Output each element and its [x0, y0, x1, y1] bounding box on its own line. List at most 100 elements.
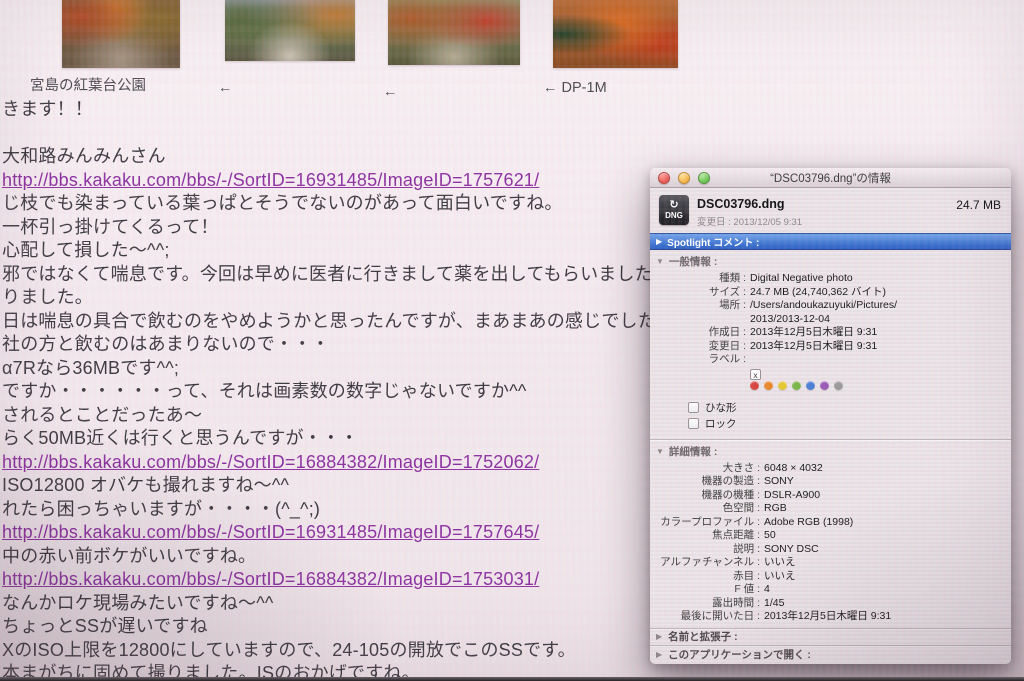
info-row: カラープロファイル : Adobe RGB (1998) — [650, 516, 1011, 530]
info-row-value: いいえ — [764, 556, 796, 568]
info-row: 赤目 : いいえ — [650, 570, 1011, 584]
label-color-dot[interactable] — [806, 381, 815, 390]
info-row: 作成日 : 2013年12月5日木曜日 9:31 — [650, 326, 1011, 340]
disclosure-triangle-icon[interactable]: ▶ — [656, 632, 662, 641]
thumbnail-caption: 宮島の紅葉台公園 — [30, 78, 146, 94]
info-row: 焦点距離 : 50 — [650, 529, 1011, 543]
screen-bezel-edge — [0, 677, 1024, 681]
forum-text-line: 大和路みんみんさん — [2, 146, 166, 166]
minimize-button[interactable] — [678, 171, 690, 184]
checkbox[interactable] — [688, 402, 699, 413]
checkbox-row[interactable]: ひな形 — [650, 400, 1011, 416]
label-color-picker: x — [750, 353, 1011, 394]
collapsed-section[interactable]: ▶ 名前と拡張子 : — [650, 627, 1011, 646]
file-name: DSC03796.dng — [697, 197, 785, 211]
info-row-value: 50 — [764, 529, 776, 541]
disclosure-triangle-icon[interactable]: ▶ — [656, 237, 662, 246]
info-row-label: 説明 : — [733, 542, 760, 555]
label-color-dot[interactable] — [764, 381, 773, 390]
section-label: 名前と拡張子 : — [668, 631, 738, 644]
more-info-section: ▼ 詳細情報 : 大きさ : 6048 × 4032 機器の製造 : SONY 機器の機… — [650, 440, 1011, 624]
general-info-section: ▼ 一般情報 : 種類 : Digital Negative photo サイズ :… — [650, 250, 1011, 434]
info-row: アルファチャンネル : いいえ — [650, 556, 1011, 570]
general-info-rows: 種類 : Digital Negative photo サイズ : 24.7 MB (… — [650, 272, 1011, 353]
collapsed-section[interactable]: ▶プレビュー : — [650, 662, 1011, 663]
zoom-button[interactable] — [698, 171, 710, 184]
forum-text-line: きます！！ — [2, 99, 93, 119]
info-row-value: 4 — [764, 583, 770, 595]
info-row: 色空間 : RGB — [650, 502, 1011, 516]
file-header: ↻ DNG DSC03796.dng 変更日 : 2013/12/05 9:31… — [650, 188, 1011, 233]
info-row-label: 赤目 : — [733, 569, 760, 582]
info-row-label: 作成日 : — [708, 326, 746, 338]
info-row-label: 露出時間 : — [712, 596, 760, 609]
info-row: サイズ : 24.7 MB (24,740,362 バイト) — [650, 286, 1011, 300]
file-modified-date: 変更日 : 2013/12/05 9:31 — [697, 217, 803, 228]
spotlight-comments-section[interactable]: ▶ Spotlight コメント : — [650, 233, 1011, 250]
label-none-button[interactable]: x — [750, 368, 761, 380]
info-row-label: 場所 : — [719, 299, 746, 311]
info-row: 最後に開いた日 : 2013年12月5日木曜日 9:31 — [650, 610, 1011, 624]
info-row-label: 焦点距離 : — [712, 529, 760, 541]
thumbnail-photo[interactable] — [388, 0, 520, 65]
info-row-label: サイズ : — [708, 285, 746, 298]
more-info-label: 詳細情報 : — [668, 445, 718, 458]
info-row: 場所 : /Users/andoukazuyuki/Pictures/ 2013/… — [650, 299, 1011, 326]
collapsed-sections: ▶名前と拡張子 :▶このアプリケーションで開く :▶プレビュー :▶共有とアクセ… — [650, 627, 1011, 663]
more-info-header[interactable]: ▼ 詳細情報 : — [650, 440, 1011, 462]
info-row-value: 1/45 — [764, 596, 785, 609]
label-color-dot[interactable] — [778, 381, 787, 390]
more-info-rows: 大きさ : 6048 × 4032 機器の製造 : SONY 機器の機種 : DSLR-A… — [650, 462, 1011, 624]
collapsed-section[interactable]: ▶ このアプリケーションで開く : — [650, 645, 1011, 663]
recycle-glyph-icon: ↻ — [669, 199, 679, 211]
close-button[interactable] — [658, 171, 670, 184]
info-row-value: Adobe RGB (1998) — [764, 515, 854, 528]
disclosure-triangle-icon[interactable]: ▶ — [656, 650, 662, 659]
info-row-label: 機器の機種 : — [701, 488, 760, 501]
window-body: ↻ DNG DSC03796.dng 変更日 : 2013/12/05 9:31… — [650, 188, 1011, 663]
thumbnail-caption: ← DP-1M — [543, 80, 607, 96]
info-row-value: いいえ — [764, 569, 796, 582]
info-row-value: 2013年12月5日木曜日 9:31 — [764, 610, 892, 622]
info-window[interactable]: “DSC03796.dng”の情報 ↻ DNG DSC03796.dng 変更日… — [650, 168, 1011, 664]
section-label: このアプリケーションで開く : — [668, 648, 811, 661]
info-row: F 値 : 4 — [650, 583, 1011, 597]
label-color-dot[interactable] — [792, 381, 801, 390]
info-row-value: Digital Negative photo — [750, 272, 853, 284]
checkbox-label: ロック — [705, 418, 737, 430]
disclosure-triangle-icon[interactable]: ▼ — [656, 447, 664, 456]
screen: 宮島の紅葉台公園 ← ← ← DP-1M きます！！ 大和路みんみんさん http:… — [0, 0, 1024, 681]
info-row-value: 6048 × 4032 — [764, 461, 823, 474]
info-row-label: 種類 : — [719, 272, 746, 284]
label-color-dot[interactable] — [834, 381, 843, 390]
forum-text-line — [2, 122, 1024, 146]
info-row: 説明 : SONY DSC — [650, 543, 1011, 557]
info-row-value: DSLR-A900 — [764, 488, 821, 501]
checkbox[interactable] — [688, 418, 699, 429]
labels-row: ラベル : x — [650, 353, 1011, 394]
info-row-label: 機器の製造 : — [701, 475, 760, 487]
info-row-value: 24.7 MB (24,740,362 バイト) — [750, 285, 886, 298]
dng-file-icon: ↻ DNG — [659, 195, 689, 225]
info-row-label: F 値 : — [734, 583, 760, 595]
thumbnail-caption: ← — [218, 80, 233, 96]
label-color-dot[interactable] — [820, 381, 829, 390]
thumbnail-photo[interactable] — [553, 0, 678, 68]
checkbox-label: ひな形 — [705, 402, 737, 414]
checkbox-row[interactable]: ロック — [650, 416, 1011, 432]
general-info-label: 一般情報 : — [668, 256, 718, 268]
spotlight-comments-label: Spotlight コメント : — [667, 238, 760, 249]
file-flag-checkboxes: ひな形 ロック — [650, 394, 1011, 434]
info-row-label: 最後に開いた日 : — [680, 610, 760, 622]
thumbnail-photo[interactable] — [225, 0, 355, 61]
disclosure-triangle-icon[interactable]: ▼ — [656, 257, 664, 266]
label-color-dot[interactable] — [750, 381, 759, 390]
window-titlebar[interactable]: “DSC03796.dng”の情報 — [650, 168, 1011, 188]
info-row-value: 2013年12月5日木曜日 9:31 — [750, 326, 878, 338]
thumbnail-photo[interactable] — [62, 0, 180, 68]
info-row: 機器の機種 : DSLR-A900 — [650, 489, 1011, 503]
info-row-label: 大きさ : — [722, 461, 760, 474]
general-info-header[interactable]: ▼ 一般情報 : — [650, 250, 1011, 272]
info-row-value: RGB — [764, 502, 787, 514]
info-row-value: /Users/andoukazuyuki/Pictures/ 2013/2013… — [750, 299, 898, 325]
